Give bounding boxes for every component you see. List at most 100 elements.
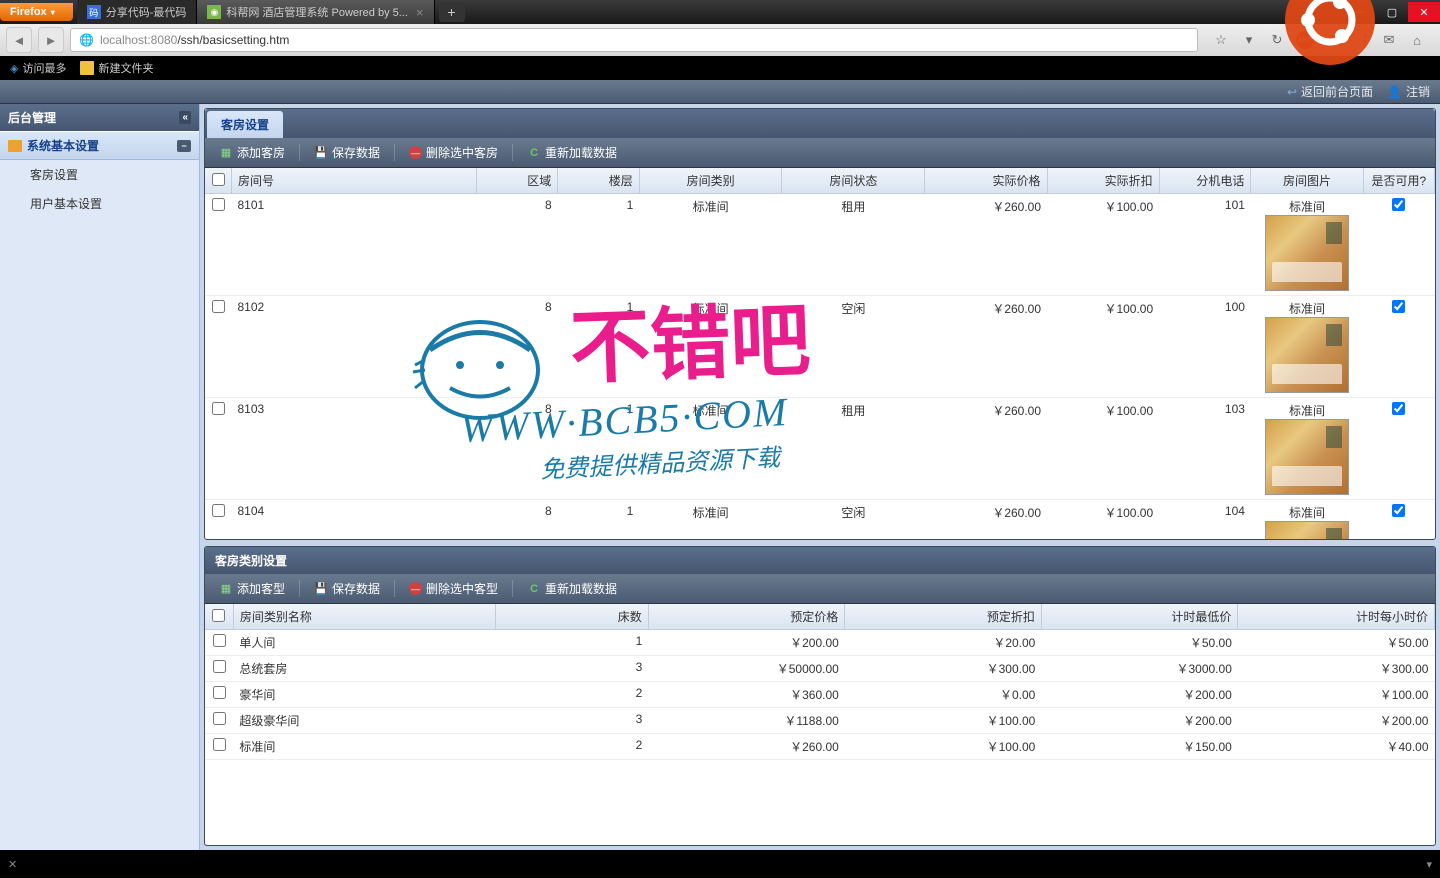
- col-hour-price[interactable]: 计时每小时价: [1238, 604, 1435, 630]
- reload-button[interactable]: C重新加载数据: [519, 578, 625, 599]
- back-to-front-link[interactable]: ↩ 返回前台页面: [1287, 83, 1373, 100]
- sidebar-collapse-button[interactable]: «: [179, 111, 191, 124]
- select-all-checkbox[interactable]: [212, 173, 225, 186]
- folder-icon: [80, 61, 94, 75]
- room-image: [1265, 215, 1349, 291]
- maximize-button[interactable]: ▢: [1376, 2, 1408, 22]
- collapse-icon[interactable]: −: [177, 140, 191, 152]
- col-area[interactable]: 区域: [476, 168, 558, 194]
- cell-floor: 1: [558, 194, 640, 296]
- cell-book-price: ￥1188.00: [648, 708, 845, 734]
- col-image[interactable]: 房间图片: [1251, 168, 1363, 194]
- table-row[interactable]: 标准间 2 ￥260.00 ￥100.00 ￥150.00 ￥40.00: [205, 734, 1435, 760]
- panel-tabs: 客房设置: [205, 109, 1435, 138]
- available-checkbox[interactable]: [1392, 300, 1405, 313]
- cell-hour-price: ￥300.00: [1238, 656, 1435, 682]
- bookmark-folder[interactable]: 新建文件夹: [80, 60, 153, 76]
- add-type-button[interactable]: ▦添加客型: [211, 578, 293, 599]
- row-checkbox[interactable]: [213, 660, 226, 673]
- add-room-button[interactable]: ▦添加客房: [211, 142, 293, 163]
- minimize-button[interactable]: —: [1344, 2, 1376, 22]
- row-checkbox[interactable]: [213, 686, 226, 699]
- tab-close-icon[interactable]: ×: [416, 5, 424, 20]
- available-checkbox[interactable]: [1392, 198, 1405, 211]
- save-button[interactable]: 💾保存数据: [306, 142, 388, 163]
- extension-icon[interactable]: ⚙: [1324, 31, 1342, 49]
- select-all-checkbox[interactable]: [212, 609, 225, 622]
- col-room-type[interactable]: 房间类别: [639, 168, 782, 194]
- sidebar-item-room-settings[interactable]: 客房设置: [0, 160, 199, 189]
- browser-tab-active[interactable]: ◉ 科帮网 酒店管理系统 Powered by 5... ×: [197, 0, 434, 24]
- cell-price: ￥260.00: [925, 398, 1047, 500]
- new-tab-button[interactable]: +: [439, 2, 465, 22]
- table-row[interactable]: 豪华间 2 ￥360.00 ￥0.00 ￥200.00 ￥100.00: [205, 682, 1435, 708]
- delete-type-button[interactable]: —删除选中客型: [401, 578, 506, 599]
- table-row[interactable]: 8102 8 1 标准间 空闲 ￥260.00 ￥100.00 100 标准间: [205, 296, 1435, 398]
- available-checkbox[interactable]: [1392, 504, 1405, 517]
- row-checkbox[interactable]: [213, 738, 226, 751]
- select-all-header[interactable]: [205, 168, 232, 194]
- row-checkbox[interactable]: [212, 402, 225, 415]
- cell-book-price: ￥50000.00: [648, 656, 845, 682]
- star-icon: ◈: [10, 62, 18, 75]
- col-type-name[interactable]: 房间类别名称: [233, 604, 495, 630]
- delete-room-button[interactable]: —删除选中客房: [401, 142, 506, 163]
- col-room-number[interactable]: 房间号: [232, 168, 477, 194]
- cell-beds: 2: [495, 682, 648, 708]
- table-row[interactable]: 8103 8 1 标准间 租用 ￥260.00 ￥100.00 103 标准间: [205, 398, 1435, 500]
- col-extension[interactable]: 分机电话: [1159, 168, 1251, 194]
- col-discount[interactable]: 实际折扣: [1047, 168, 1159, 194]
- home-icon[interactable]: ⌂: [1408, 31, 1426, 49]
- col-available[interactable]: 是否可用?: [1363, 168, 1434, 194]
- col-floor[interactable]: 楼层: [558, 168, 640, 194]
- bookmark-star-icon[interactable]: ☆: [1212, 31, 1230, 49]
- mail-icon[interactable]: ✉: [1380, 31, 1398, 49]
- row-checkbox[interactable]: [212, 198, 225, 211]
- col-room-status[interactable]: 房间状态: [782, 168, 925, 194]
- sidebar-item-user-settings[interactable]: 用户基本设置: [0, 189, 199, 218]
- bookmark-most-visited[interactable]: ◈ 访问最多: [10, 60, 66, 76]
- firefox-menu-button[interactable]: Firefox: [0, 3, 73, 21]
- cell-type-name: 单人间: [233, 630, 495, 656]
- table-row[interactable]: 超级豪华间 3 ￥1188.00 ￥100.00 ￥200.00 ￥200.00: [205, 708, 1435, 734]
- add-icon: ▦: [219, 146, 233, 160]
- reload-icon[interactable]: ↻: [1268, 31, 1286, 49]
- col-beds[interactable]: 床数: [495, 604, 648, 630]
- btn-label: 保存数据: [332, 580, 380, 597]
- sidebar-section[interactable]: 系统基本设置 −: [0, 131, 199, 160]
- back-button[interactable]: ◄: [6, 27, 32, 53]
- available-checkbox[interactable]: [1392, 402, 1405, 415]
- col-min-price[interactable]: 计时最低价: [1041, 604, 1238, 630]
- tab-room-settings[interactable]: 客房设置: [207, 111, 283, 138]
- table-row[interactable]: 单人间 1 ￥200.00 ￥20.00 ￥50.00 ￥50.00: [205, 630, 1435, 656]
- cell-book-price: ￥360.00: [648, 682, 845, 708]
- close-button[interactable]: ✕: [1408, 2, 1440, 22]
- room-grid-panel: 客房设置 ▦添加客房 💾保存数据 —删除选中客房 C重新加载数据: [204, 108, 1436, 540]
- cell-discount: ￥100.00: [1047, 398, 1159, 500]
- cell-type: 标准间: [639, 296, 782, 398]
- dropdown-icon[interactable]: ▾: [1240, 31, 1258, 49]
- table-row[interactable]: 8101 8 1 标准间 租用 ￥260.00 ￥100.00 101 标准间: [205, 194, 1435, 296]
- forward-button[interactable]: ►: [38, 27, 64, 53]
- col-price[interactable]: 实际价格: [925, 168, 1047, 194]
- row-checkbox[interactable]: [213, 634, 226, 647]
- cell-discount: ￥100.00: [1047, 296, 1159, 398]
- row-checkbox[interactable]: [213, 712, 226, 725]
- abp-icon[interactable]: ABP: [1296, 31, 1314, 49]
- reload-button[interactable]: C重新加载数据: [519, 142, 625, 163]
- logout-link[interactable]: 👤 注销: [1387, 83, 1430, 100]
- cell-status: 租用: [782, 194, 925, 296]
- url-input[interactable]: 🌐 localhost:8080/ssh/basicsetting.htm: [70, 28, 1198, 52]
- cell-image: 标准间: [1251, 500, 1363, 540]
- browser-tab[interactable]: 码 分享代码-最代码: [77, 0, 198, 24]
- extension-icon[interactable]: 📑: [1352, 31, 1370, 49]
- row-checkbox[interactable]: [212, 300, 225, 313]
- col-book-price[interactable]: 预定价格: [648, 604, 845, 630]
- col-book-discount[interactable]: 预定折扣: [845, 604, 1042, 630]
- save-button[interactable]: 💾保存数据: [306, 578, 388, 599]
- status-icon: ▾: [1426, 858, 1432, 871]
- table-row[interactable]: 8104 8 1 标准间 空闲 ￥260.00 ￥100.00 104 标准间: [205, 500, 1435, 540]
- select-all-header[interactable]: [205, 604, 233, 630]
- row-checkbox[interactable]: [212, 504, 225, 517]
- table-row[interactable]: 总统套房 3 ￥50000.00 ￥300.00 ￥3000.00 ￥300.0…: [205, 656, 1435, 682]
